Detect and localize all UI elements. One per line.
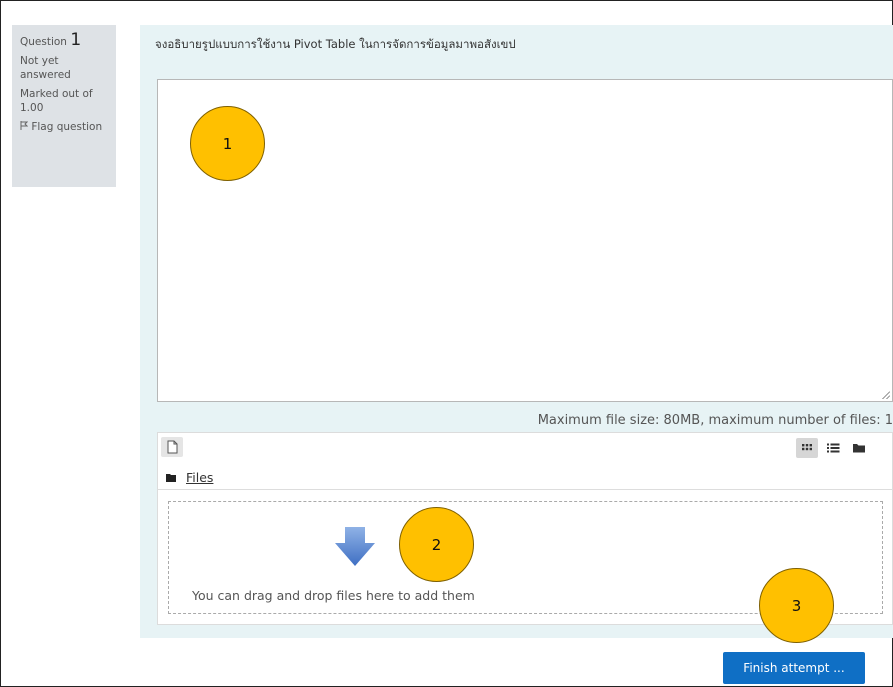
resize-handle[interactable] [882,391,890,399]
files-folder-link[interactable]: Files [186,470,213,485]
folder-icon [166,474,176,482]
question-status: Not yet answered [20,55,71,81]
files-breadcrumb[interactable]: Files [166,470,213,485]
max-file-info: Maximum file size: 80MB, maximum number … [537,413,893,428]
question-number-value: 1 [70,30,82,50]
flag-label: Flag question [31,121,103,133]
callout-marker-2: 2 [399,507,474,582]
question-label: Question [20,36,67,48]
flag-icon [20,121,29,130]
folder-icon [853,444,865,453]
add-file-button[interactable] [161,437,183,457]
drop-zone-text: You can drag and drop files here to add … [192,588,475,603]
icon-view-button[interactable] [796,438,818,458]
question-text: จงอธิบายรูปแบบการใช้งาน Pivot Table ในกา… [155,37,516,51]
list-view-button[interactable] [822,438,844,458]
answer-textarea[interactable] [157,79,893,402]
question-grade: Marked out of 1.00 [20,88,93,114]
finish-attempt-button[interactable]: Finish attempt ... [723,652,865,684]
download-arrow-icon [335,527,375,566]
callout-marker-3: 3 [759,568,834,643]
tree-view-button[interactable] [848,438,870,458]
callout-marker-1: 1 [190,106,265,181]
question-info-panel: Question 1 Not yet answered Marked out o… [12,25,116,187]
file-icon [167,440,178,454]
filepicker-divider [157,489,893,490]
flag-question-link[interactable]: Flag question [20,120,108,134]
grid-icon [802,444,812,451]
question-number: Question 1 [20,30,108,50]
list-icon [827,443,840,453]
